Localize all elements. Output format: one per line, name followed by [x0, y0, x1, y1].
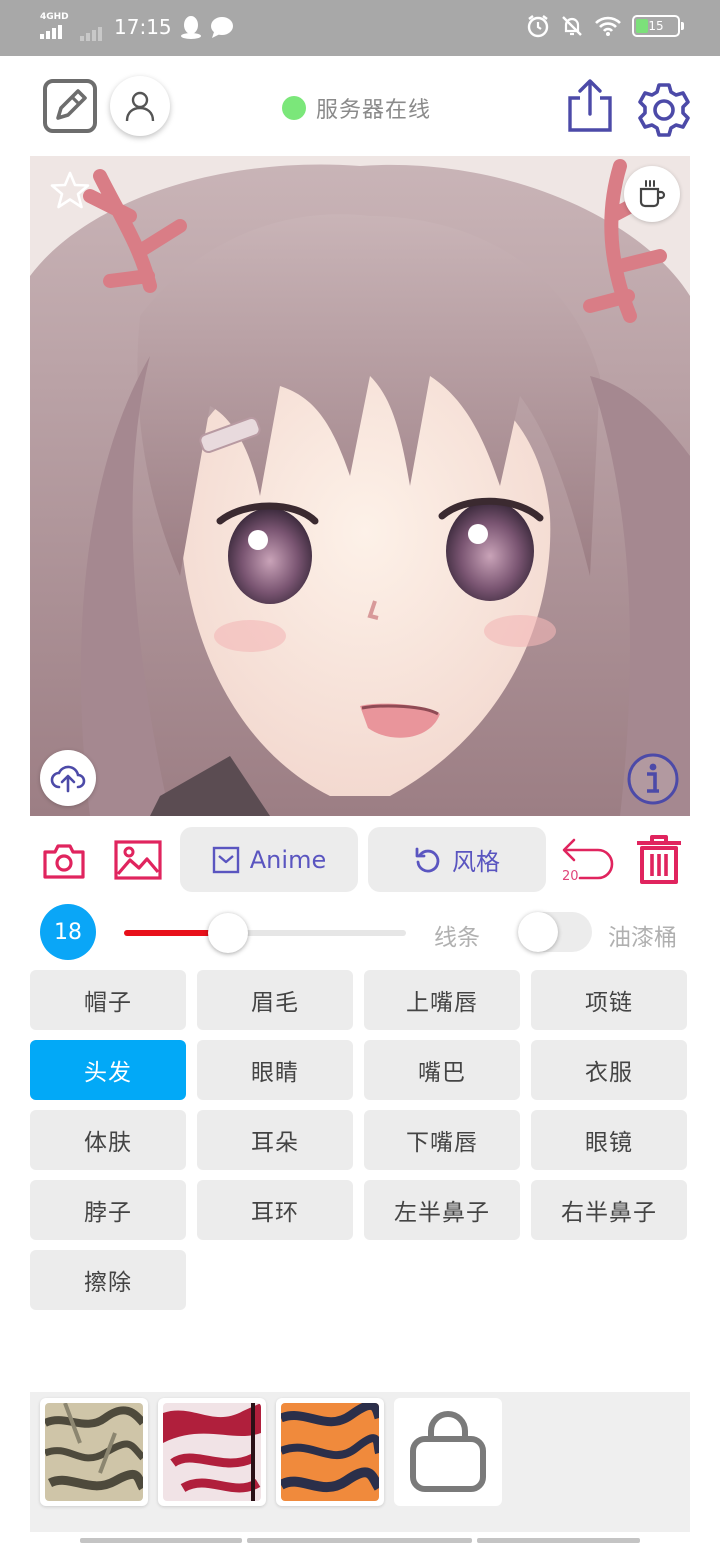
network-type-label: 4GHD — [40, 12, 69, 22]
texture-camo-beige-image — [45, 1403, 143, 1501]
coffee-button[interactable] — [624, 166, 680, 222]
paint-bucket-toggle[interactable] — [518, 912, 592, 952]
texture-crimson-white-image — [163, 1403, 261, 1501]
status-right: 15 — [526, 14, 684, 38]
texture-swatch-3[interactable] — [276, 1398, 384, 1506]
part-earrings[interactable]: 耳环 — [197, 1180, 353, 1240]
mail-box-icon — [212, 846, 239, 873]
status-bar: 4GHD 17:15 15 — [0, 0, 720, 56]
signal-bars-secondary-icon — [80, 27, 102, 41]
part-mouth[interactable]: 嘴巴 — [364, 1040, 520, 1100]
part-left-nose[interactable]: 左半鼻子 — [364, 1180, 520, 1240]
anime-button-label: Anime — [249, 845, 327, 874]
cloud-upload-button[interactable] — [40, 750, 96, 806]
anime-button[interactable]: Anime — [180, 827, 358, 892]
paint-bucket-toggle-knob — [518, 912, 558, 952]
style-button[interactable]: 风格 — [368, 827, 546, 892]
part-skin[interactable]: 体肤 — [30, 1110, 186, 1170]
cell-signal-1: 4GHD — [40, 13, 72, 41]
tools-row: Anime 风格 20 — [0, 826, 720, 894]
share-button[interactable] — [566, 78, 614, 134]
drawing-canvas[interactable] — [30, 156, 690, 816]
qq-icon — [180, 16, 201, 39]
user-button[interactable] — [110, 76, 170, 136]
alarm-icon — [527, 15, 549, 38]
brush-size-slider[interactable] — [124, 913, 406, 953]
texture-shop-button[interactable] — [394, 1398, 502, 1506]
brush-size-value: 18 — [54, 919, 82, 945]
part-necklace[interactable]: 项链 — [531, 970, 687, 1030]
mute-icon — [562, 16, 582, 36]
part-hair[interactable]: 头发 — [30, 1040, 186, 1100]
status-left: 4GHD 17:15 — [40, 12, 234, 42]
part-ears[interactable]: 耳朵 — [197, 1110, 353, 1170]
coffee-cup-icon — [639, 180, 666, 208]
texture-swatch-2[interactable] — [158, 1398, 266, 1506]
brush-size-slider-thumb[interactable] — [208, 913, 249, 953]
info-button[interactable] — [626, 752, 680, 806]
part-eyes[interactable]: 眼睛 — [197, 1040, 353, 1100]
shopping-bag-icon — [410, 1411, 486, 1492]
camera-button[interactable] — [42, 842, 86, 880]
undo-count: 20 — [562, 869, 579, 884]
wifi-icon — [595, 16, 621, 36]
line-mode-label: 线条 — [434, 925, 480, 951]
bottom-scroll-indicator — [80, 1538, 640, 1543]
rotate-ccw-icon — [415, 847, 440, 872]
battery-level: 15 — [648, 19, 664, 33]
paint-bucket-label: 油漆桶 — [608, 925, 677, 951]
part-glasses[interactable]: 眼镜 — [531, 1110, 687, 1170]
message-icon — [210, 17, 233, 38]
battery-icon: 15 — [632, 15, 684, 37]
user-icon — [125, 91, 155, 122]
part-eyebrows[interactable]: 眉毛 — [197, 970, 353, 1030]
texture-swatch-1[interactable] — [40, 1398, 148, 1506]
server-status-text: 服务器在线 — [316, 98, 432, 123]
part-neck[interactable]: 脖子 — [30, 1180, 186, 1240]
signal-bars-icon — [40, 25, 72, 39]
server-status: 服务器在线 — [282, 92, 431, 124]
part-eraser[interactable]: 擦除 — [30, 1250, 186, 1310]
style-button-label: 风格 — [452, 848, 500, 876]
delete-button[interactable] — [634, 834, 684, 886]
texture-tray — [30, 1392, 690, 1532]
cloud-upload-icon — [50, 765, 86, 793]
texture-orange-tiger-image — [281, 1403, 379, 1501]
part-clothes[interactable]: 衣服 — [531, 1040, 687, 1100]
settings-button[interactable] — [636, 82, 692, 138]
part-right-nose[interactable]: 右半鼻子 — [531, 1180, 687, 1240]
brush-size-badge: 18 — [40, 904, 96, 960]
anime-portrait-image — [30, 156, 690, 816]
part-hat[interactable]: 帽子 — [30, 970, 186, 1030]
gallery-button[interactable] — [114, 840, 162, 880]
status-time: 17:15 — [114, 15, 172, 39]
favorite-star-button[interactable] — [50, 170, 90, 210]
server-status-dot — [282, 96, 306, 120]
part-lower-lip[interactable]: 下嘴唇 — [364, 1110, 520, 1170]
top-bar: 服务器在线 — [0, 56, 720, 156]
part-upper-lip[interactable]: 上嘴唇 — [364, 970, 520, 1030]
edit-canvas-button[interactable] — [42, 78, 98, 134]
